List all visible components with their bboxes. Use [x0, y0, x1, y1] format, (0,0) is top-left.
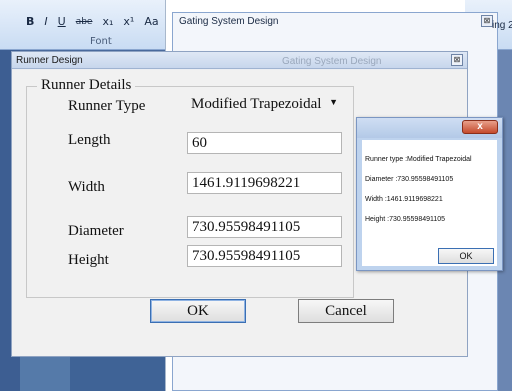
- message-ok-button[interactable]: OK: [438, 248, 494, 264]
- subscript-button[interactable]: x₁: [100, 15, 115, 28]
- runner-details-group: Runner Details Runner Type Modified Trap…: [26, 77, 354, 298]
- runner-type-select[interactable]: Modified Trapezoidal ▼: [187, 94, 342, 116]
- message-line-height: Height :730.95598491105: [365, 216, 446, 223]
- change-case-button[interactable]: Aa: [142, 15, 160, 28]
- group-title: Runner Details: [37, 77, 136, 94]
- message-box-body: Runner type :Modified Trapezoidal Diamet…: [362, 140, 497, 266]
- length-input[interactable]: 60: [187, 132, 342, 154]
- cancel-button[interactable]: Cancel: [298, 299, 394, 323]
- message-line-diameter: Diameter :730.95598491105: [365, 176, 454, 183]
- ghost-title: Gating System Design: [282, 56, 382, 67]
- close-icon[interactable]: ⊠: [451, 54, 463, 66]
- runner-type-label: Runner Type: [68, 98, 146, 114]
- width-input[interactable]: 1461.9119698221: [187, 172, 342, 194]
- dropdown-arrow-icon[interactable]: ▼: [329, 97, 338, 107]
- font-group-label: Font: [90, 36, 112, 47]
- strikethrough-button[interactable]: abe: [74, 17, 95, 27]
- length-label: Length: [68, 132, 111, 148]
- diameter-input[interactable]: 730.95598491105: [187, 216, 342, 238]
- gating-dialog-title: Gating System Design: [179, 16, 279, 27]
- result-message-box: x Runner type :Modified Trapezoidal Diam…: [356, 117, 503, 271]
- runner-design-titlebar[interactable]: Runner Design Gating System Design ⊠: [12, 52, 467, 69]
- italic-button[interactable]: I: [42, 15, 49, 28]
- message-box-titlebar[interactable]: x: [357, 118, 502, 138]
- underline-button[interactable]: U: [56, 15, 68, 28]
- message-line-width: Width :1461.9119698221: [365, 196, 443, 203]
- window-title: Runner Design: [16, 55, 83, 66]
- height-input[interactable]: 730.95598491105: [187, 245, 342, 267]
- message-line-runner-type: Runner type :Modified Trapezoidal: [365, 156, 472, 163]
- width-label: Width: [68, 179, 105, 195]
- ok-button[interactable]: OK: [150, 299, 246, 323]
- height-label: Height: [68, 252, 109, 268]
- close-icon[interactable]: x: [462, 120, 498, 134]
- bold-button[interactable]: B: [24, 15, 36, 28]
- runner-type-value: Modified Trapezoidal: [191, 96, 322, 112]
- superscript-button[interactable]: x¹: [121, 15, 136, 28]
- side-window-title: ing 2: [492, 20, 512, 31]
- font-toolbar: B I U abe x₁ x¹ Aa ab: [24, 14, 187, 29]
- diameter-label: Diameter: [68, 223, 124, 239]
